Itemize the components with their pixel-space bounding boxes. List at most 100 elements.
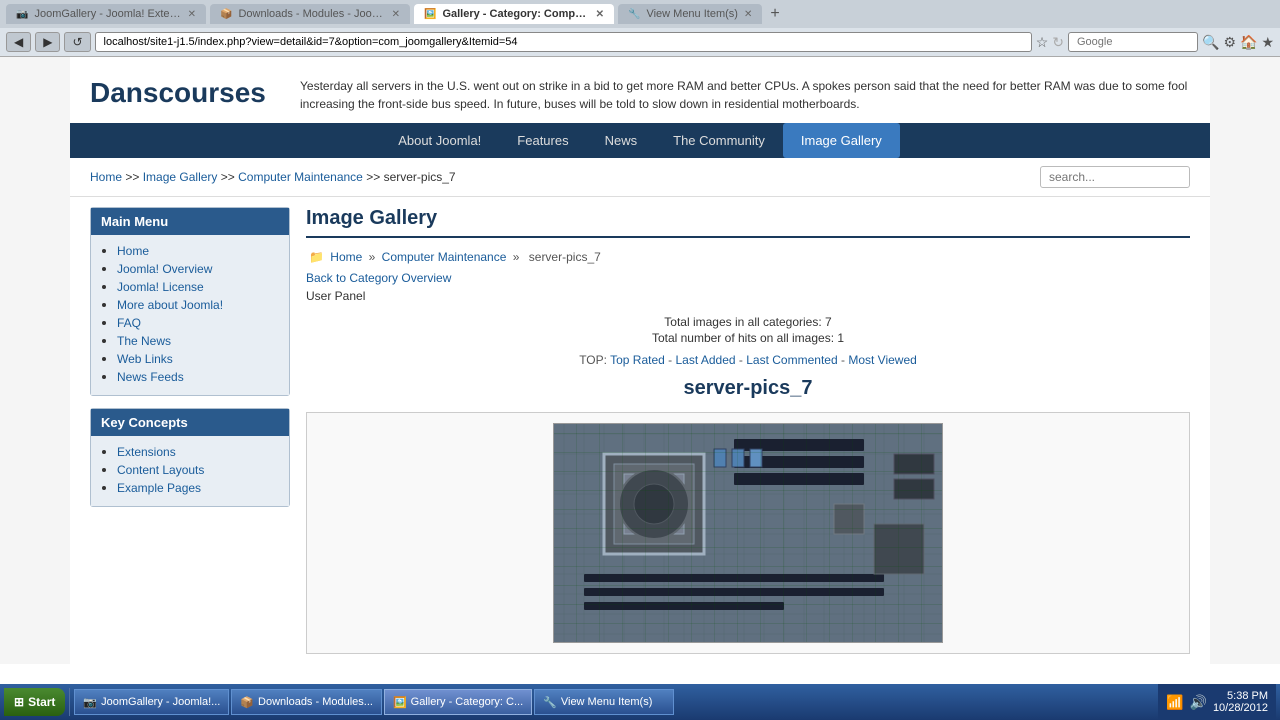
sidebar-item-extensions[interactable]: Extensions [117,445,176,459]
content-area: Image Gallery 📁 Home » Computer Maintena… [306,207,1190,654]
browser-tab-1[interactable]: 📷 JoomGallery - Joomla! Extensions Direc… [6,4,206,24]
gallery-box [306,412,1190,654]
tab-close-1[interactable]: ✕ [188,9,196,20]
search-go-icon[interactable]: 🔍 [1202,34,1219,51]
tab-close-3[interactable]: ✕ [596,9,604,20]
motherboard-svg [554,424,943,643]
total-images-stat: Total images in all categories: 7 [306,315,1190,329]
tray-network-icon: 📶 [1166,694,1183,711]
tab-close-4[interactable]: ✕ [744,9,752,20]
sidebar-item-weblinks[interactable]: Web Links [117,352,173,366]
site-header: Danscourses Yesterday all servers in the… [70,57,1210,123]
back-to-category-link[interactable]: Back to Category Overview [306,271,451,285]
taskbar: ⊞ Start 📷 JoomGallery - Joomla!... 📦 Dow… [0,684,1280,720]
nav-community[interactable]: The Community [655,123,783,158]
site-logo: Danscourses [90,77,270,109]
taskbar-sep-1 [69,688,70,716]
top-label: TOP: [579,353,607,367]
breadcrumb-sep-3: >> [366,170,383,184]
breadcrumb: Home >> Image Gallery >> Computer Mainte… [90,170,456,184]
total-hits-stat: Total number of hits on all images: 1 [306,331,1190,345]
taskbar-item-3[interactable]: 🖼️ Gallery - Category: C... [384,689,532,715]
start-button[interactable]: ⊞ Start [4,688,65,716]
trail-sep-1: » [369,250,379,264]
stats-area: Total images in all categories: 7 Total … [306,315,1190,345]
reload-button[interactable]: ↺ [64,32,90,52]
last-added-link[interactable]: Last Added [676,353,736,367]
breadcrumb-sep-2: >> [221,170,238,184]
main-nav: About Joomla! Features News The Communit… [70,123,1210,158]
breadcrumb-home[interactable]: Home [90,170,122,184]
breadcrumb-bar: Home >> Image Gallery >> Computer Mainte… [70,158,1210,197]
top-rated-link[interactable]: Top Rated [610,353,665,367]
action-links: Back to Category Overview [306,270,1190,285]
page-inner: Danscourses Yesterday all servers in the… [70,57,1210,664]
new-tab-button[interactable]: + [766,5,783,23]
sidebar-item-license[interactable]: Joomla! License [117,280,204,294]
browser-titlebar: 📷 JoomGallery - Joomla! Extensions Direc… [0,0,1280,28]
taskbar-item-2-icon: 📦 [240,696,254,709]
trail-sep-2: » [513,250,523,264]
tab-close-2[interactable]: ✕ [392,9,400,20]
nav-news[interactable]: News [587,123,656,158]
home-icon[interactable]: 🏠 [1240,34,1257,51]
nav-about[interactable]: About Joomla! [380,123,499,158]
sidebar-key-concepts-title: Key Concepts [91,409,289,436]
top-links: TOP: Top Rated - Last Added - Last Comme… [306,353,1190,367]
sidebar-item-more[interactable]: More about Joomla! [117,298,223,312]
back-button[interactable]: ◀ [6,32,31,52]
sidebar-item-content-layouts[interactable]: Content Layouts [117,463,204,477]
tools-icon[interactable]: ⚙ [1223,34,1236,51]
forward-button[interactable]: ▶ [35,32,60,52]
browser-tab-3[interactable]: 🖼️ Gallery - Category: Computer Maintena… [414,4,614,24]
page-search-input[interactable] [1040,166,1190,188]
most-viewed-link[interactable]: Most Viewed [848,353,916,367]
browser-toolbar: ◀ ▶ ↺ ☆ ↻ 🔍 ⚙ 🏠 ★ [0,28,1280,57]
sidebar-item-home[interactable]: Home [117,244,149,258]
sidebar-main-menu-content: Home Joomla! Overview Joomla! License Mo… [91,235,289,395]
browser-chrome: 📷 JoomGallery - Joomla! Extensions Direc… [0,0,1280,664]
sidebar: Main Menu Home Joomla! Overview Joomla! … [90,207,290,654]
trail-current: server-pics_7 [529,250,601,264]
trail-category[interactable]: Computer Maintenance [382,250,507,264]
browser-search-input[interactable] [1068,32,1198,52]
taskbar-item-2[interactable]: 📦 Downloads - Modules... [231,689,382,715]
sidebar-item-newsfeeds[interactable]: News Feeds [117,370,184,384]
page-wrapper: Danscourses Yesterday all servers in the… [0,57,1280,664]
trail-icon: 📁 [309,250,324,264]
taskbar-tray: 📶 🔊 5:38 PM 10/28/2012 [1158,684,1276,720]
sidebar-key-concepts: Key Concepts Extensions Content Layouts … [90,408,290,507]
nav-features[interactable]: Features [499,123,586,158]
breadcrumb-current: server-pics_7 [384,170,456,184]
bookmark-bar-icon[interactable]: ★ [1261,34,1274,51]
taskbar-item-4[interactable]: 🔧 View Menu Item(s) [534,689,674,715]
sidebar-key-concepts-content: Extensions Content Layouts Example Pages [91,436,289,506]
browser-tab-2[interactable]: 📦 Downloads - Modules - JoomImages ✕ [210,4,410,24]
breadcrumb-sep-1: >> [125,170,142,184]
taskbar-item-4-icon: 🔧 [543,696,557,709]
sidebar-item-example-pages[interactable]: Example Pages [117,481,201,495]
trail-home[interactable]: Home [330,250,362,264]
breadcrumb-category[interactable]: Computer Maintenance [238,170,363,184]
content-breadcrumb-trail: 📁 Home » Computer Maintenance » server-p… [306,250,1190,264]
category-title: server-pics_7 [306,377,1190,400]
breadcrumb-gallery[interactable]: Image Gallery [143,170,218,184]
taskbar-item-3-icon: 🖼️ [393,696,407,709]
address-bar[interactable] [95,32,1032,52]
content-title: Image Gallery [306,207,1190,238]
windows-logo: ⊞ [14,695,24,709]
gallery-image [553,423,943,643]
sidebar-item-faq[interactable]: FAQ [117,316,141,330]
tray-volume-icon: 🔊 [1190,694,1207,711]
taskbar-item-1-icon: 📷 [83,696,97,709]
browser-tab-4[interactable]: 🔧 View Menu Item(s) ✕ [618,4,762,24]
user-panel-label: User Panel [306,289,1190,303]
sidebar-item-news[interactable]: The News [117,334,171,348]
sidebar-item-overview[interactable]: Joomla! Overview [117,262,212,276]
taskbar-item-1[interactable]: 📷 JoomGallery - Joomla!... [74,689,229,715]
bookmark-icon[interactable]: ☆ [1036,34,1049,51]
sidebar-main-menu-title: Main Menu [91,208,289,235]
nav-gallery[interactable]: Image Gallery [783,123,900,158]
start-label: Start [28,695,55,709]
last-commented-link[interactable]: Last Commented [746,353,837,367]
